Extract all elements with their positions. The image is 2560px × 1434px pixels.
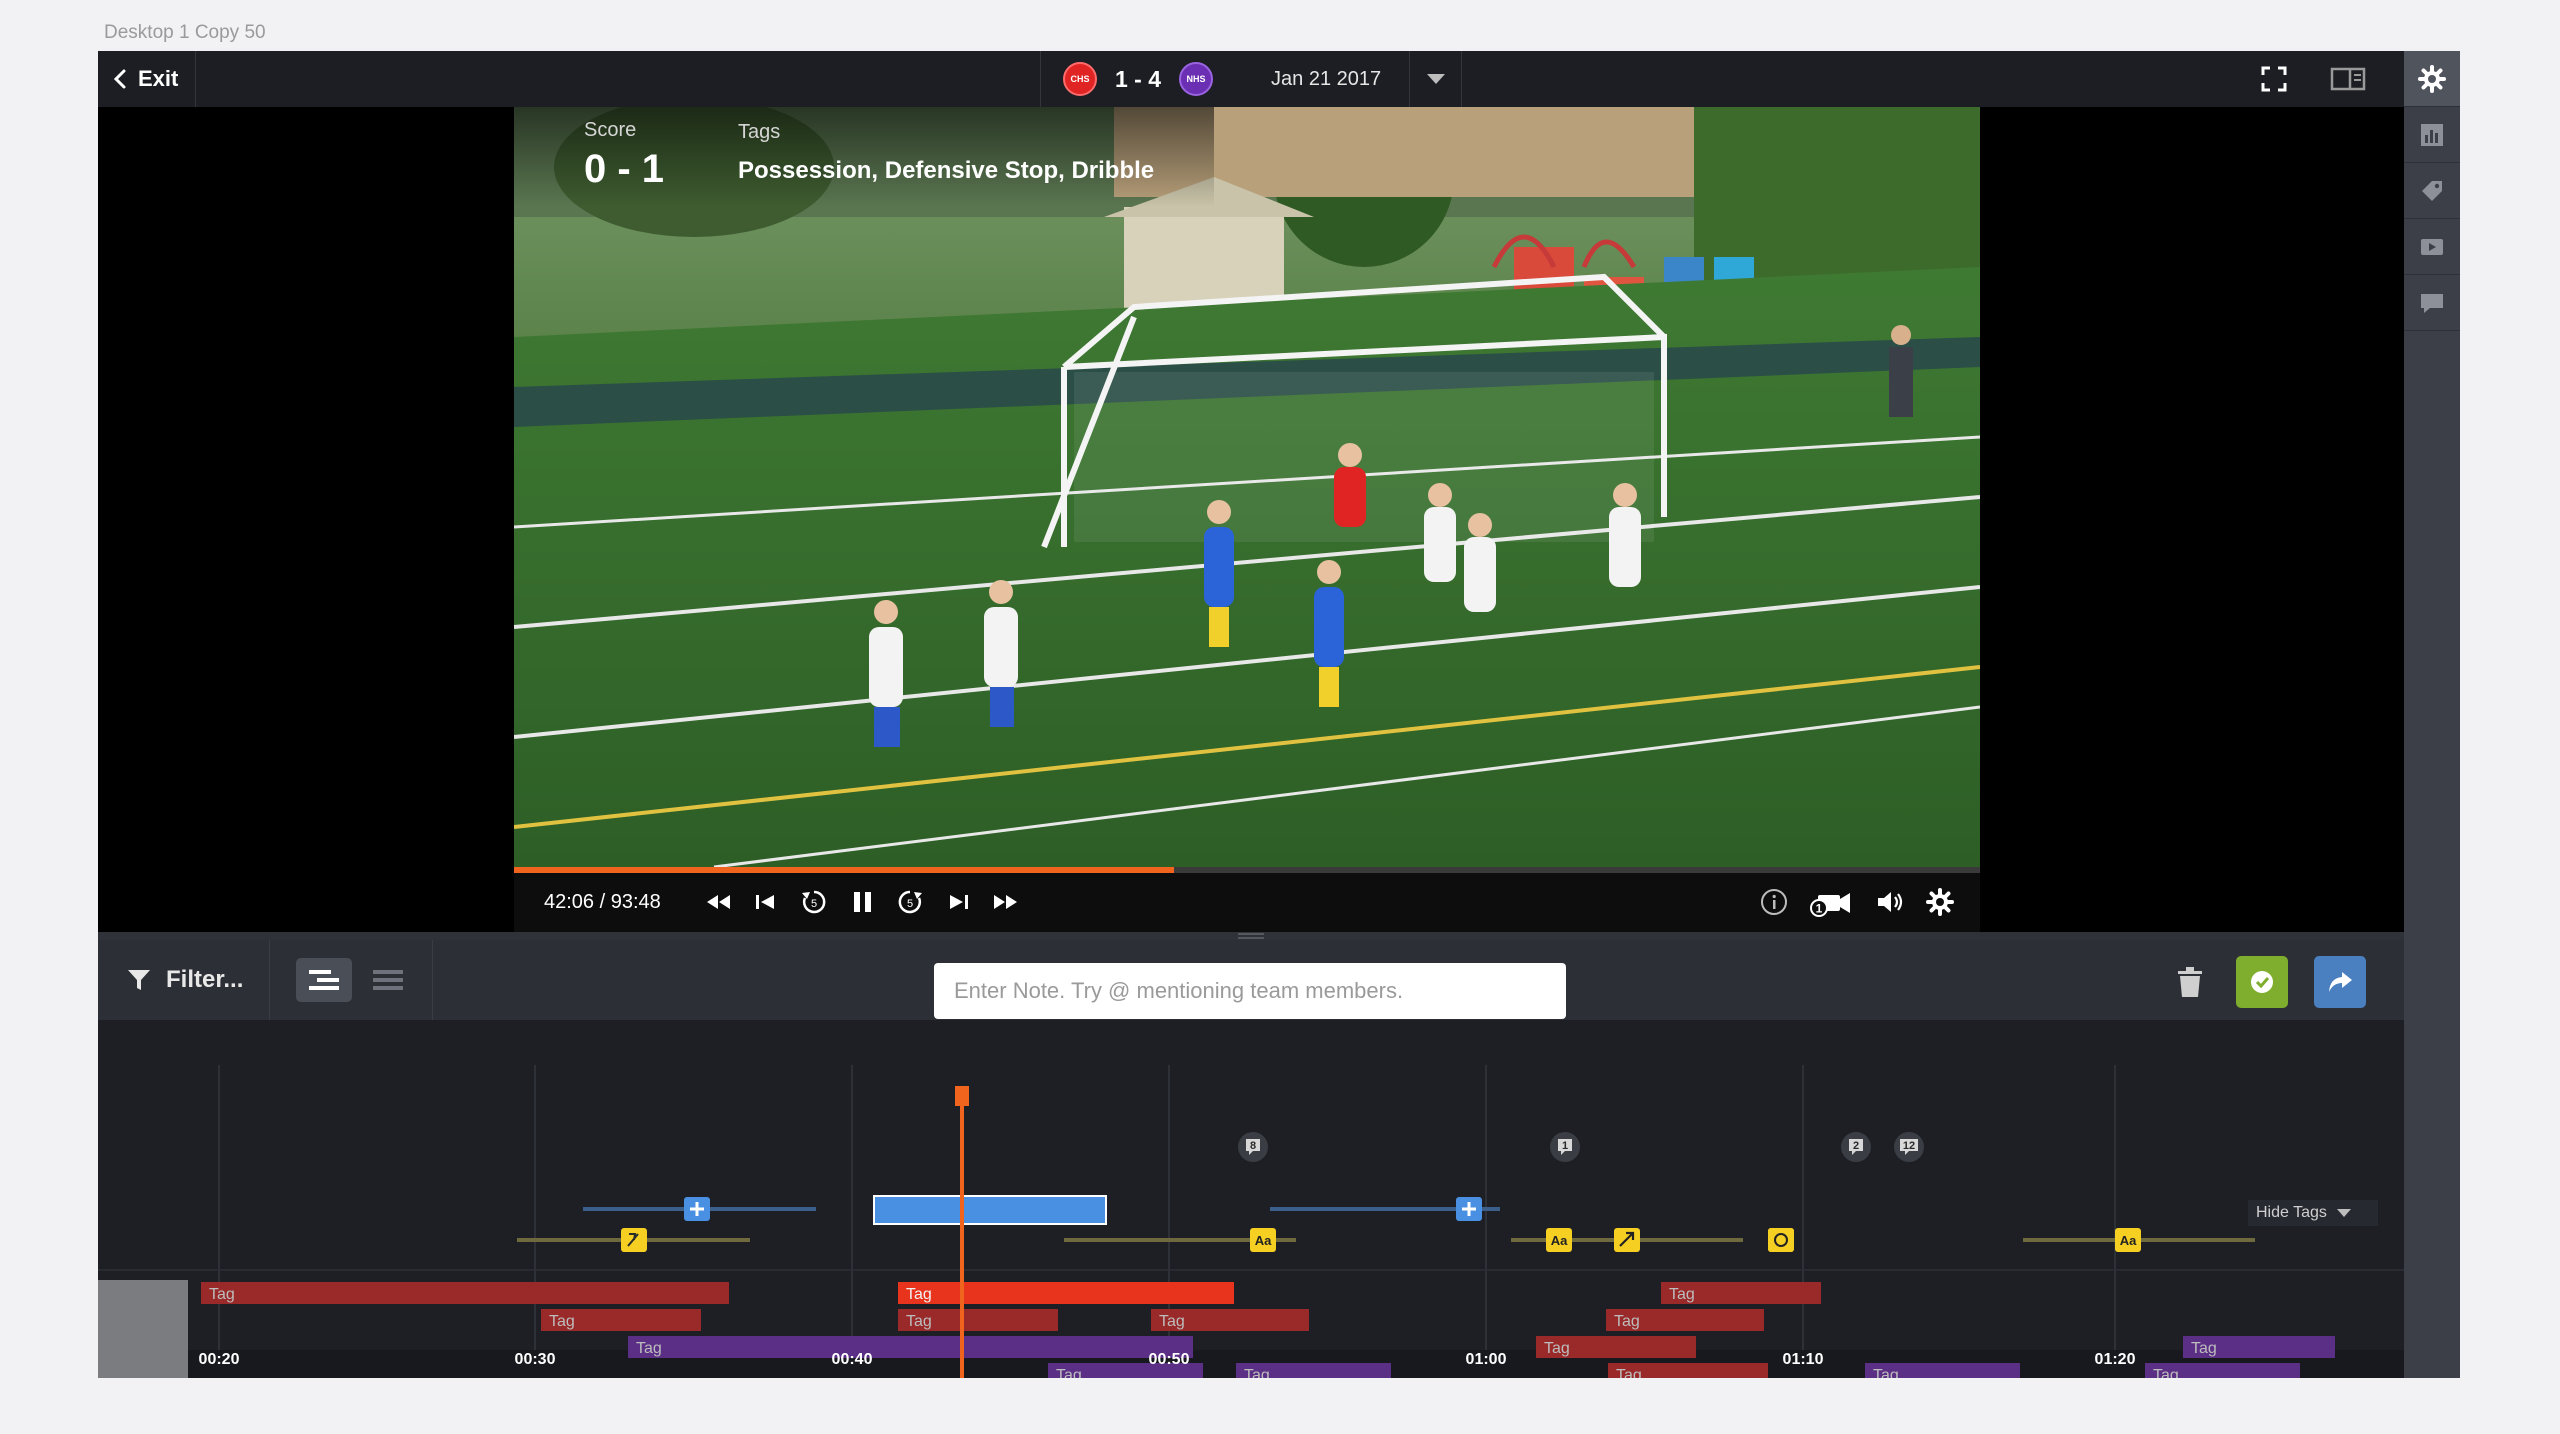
replay-5-button[interactable]: 5 [798,887,830,917]
approve-button[interactable] [2236,956,2288,1008]
chevron-down-icon [1426,74,1445,84]
timecode: 42:06 / 93:48 [544,891,661,913]
video-area: Score 0 - 1 Tags Possession, Defensive S… [98,107,2404,932]
overlay-tags: Possession, Defensive Stop, Dribble [738,157,1155,184]
camera-angle-button[interactable]: 1 [1810,887,1854,917]
clip-thumbnail[interactable] [98,1280,188,1378]
list-view-button[interactable] [360,958,416,1002]
share-button[interactable] [2314,956,2366,1008]
volume-icon [1878,892,1903,912]
tag-label: Tag [1616,1367,1642,1378]
stats-icon [2421,123,2443,146]
check-circle-icon [2251,971,2273,993]
video-overlay: Score 0 - 1 Tags Possession, Defensive S… [514,107,1214,207]
rail-comments[interactable] [2404,275,2460,331]
rail-playlists[interactable] [2404,219,2460,275]
timeline-view-icon [309,970,339,990]
right-rail [2404,51,2460,1378]
filter-label: Filter... [166,966,244,993]
game-score: 1 - 4 [1115,65,1162,92]
forward-5-icon: 5 [898,890,922,914]
trash-icon [2178,967,2202,997]
pause-button[interactable] [846,887,878,917]
info-button[interactable] [1758,887,1790,917]
player-settings-button[interactable] [1924,887,1956,917]
info-icon [1761,889,1787,915]
game-select-dropdown[interactable] [1409,51,1461,107]
list-view-icon [373,970,403,990]
volume-button[interactable] [1874,887,1906,917]
tag-label: Tag [2153,1367,2179,1378]
tag-label: Tag [1056,1367,1082,1378]
rail-tags[interactable] [2404,163,2460,219]
filter-button[interactable]: Filter... [98,940,270,1020]
comment-icon [2421,293,2443,313]
camera-angle-icon: 1 [1810,893,1850,917]
tag-label: Tag [1873,1367,1899,1378]
delete-button[interactable] [2164,956,2216,1008]
tag-label: Tag [1244,1367,1270,1378]
replay-5-icon: 5 [802,890,826,914]
panel-splitter[interactable] [98,932,2404,940]
overlay-score: 0 - 1 [584,147,665,191]
pause-icon [854,892,871,912]
rail-stats[interactable] [2404,107,2460,163]
layout-toggle-button[interactable] [2330,65,2366,93]
drag-handle-icon [1238,933,1264,939]
hide-tags-dropdown[interactable]: Hide Tags [2248,1200,2378,1226]
fast-forward-button[interactable] [990,887,1022,917]
away-team-badge: NHS [1179,62,1214,96]
exit-label: Exit [138,66,179,91]
toolbar-divider [432,940,433,1020]
filter-icon [128,970,150,990]
tag-icon [2422,180,2442,201]
game-date: Jan 21 2017 [1271,67,1382,90]
overlay-tags-label: Tags [738,121,781,143]
overlay-score-label: Score [584,119,637,141]
timeline[interactable]: 8 1 2 12 Aa Aa Aa Tag Tag Tag Tag Tag Ta… [98,1020,2404,1378]
step-forward-icon [950,895,968,909]
video-controls: 42:06 / 93:48 5 5 1 [514,873,1980,932]
tag-row-4: Tag Tag Tag Tag Tag [1048,1363,2300,1378]
playlist-icon [2421,238,2443,255]
playhead-handle[interactable] [955,1086,969,1106]
top-bar: Exit CHS 1 - 4 NHS Jan 21 2017 [98,51,2404,107]
svg-text:5: 5 [907,898,913,910]
gear-icon [1926,888,1954,916]
next-frame-button[interactable] [942,887,974,917]
forward-5-button[interactable]: 5 [894,887,926,917]
svg-text:5: 5 [811,898,817,910]
game-scorebox: CHS 1 - 4 NHS Jan 21 2017 [1040,51,1462,107]
video-review-app: Exit CHS 1 - 4 NHS Jan 21 2017 Score 0 -… [98,51,2460,1378]
fullscreen-button[interactable] [2260,65,2288,93]
note-input[interactable] [934,963,1566,1019]
timeline-toolbar: Filter... [98,940,2404,1020]
video-player[interactable]: Score 0 - 1 Tags Possession, Defensive S… [514,107,1980,932]
panel-layout-icon [2330,67,2366,91]
hide-tags-label: Hide Tags [2256,1204,2327,1221]
angle-badge: 1 [1816,902,1823,916]
artboard-label: Desktop 1 Copy 50 [104,22,266,43]
video-frame-image [514,107,1980,867]
gear-icon [2418,64,2446,93]
home-team-badge: CHS [1063,62,1097,96]
chevron-left-icon [113,69,126,89]
rewind-button[interactable] [702,887,734,917]
exit-button[interactable]: Exit [98,51,196,107]
chevron-down-icon [2336,1209,2351,1217]
rail-settings[interactable] [2404,51,2460,107]
step-back-icon [756,895,774,909]
prev-frame-button[interactable] [750,887,782,917]
share-icon [2329,972,2352,992]
timeline-view-button[interactable] [296,958,352,1002]
fullscreen-icon [2261,66,2287,92]
rewind-icon [707,895,730,909]
fast-forward-icon [994,895,1017,909]
